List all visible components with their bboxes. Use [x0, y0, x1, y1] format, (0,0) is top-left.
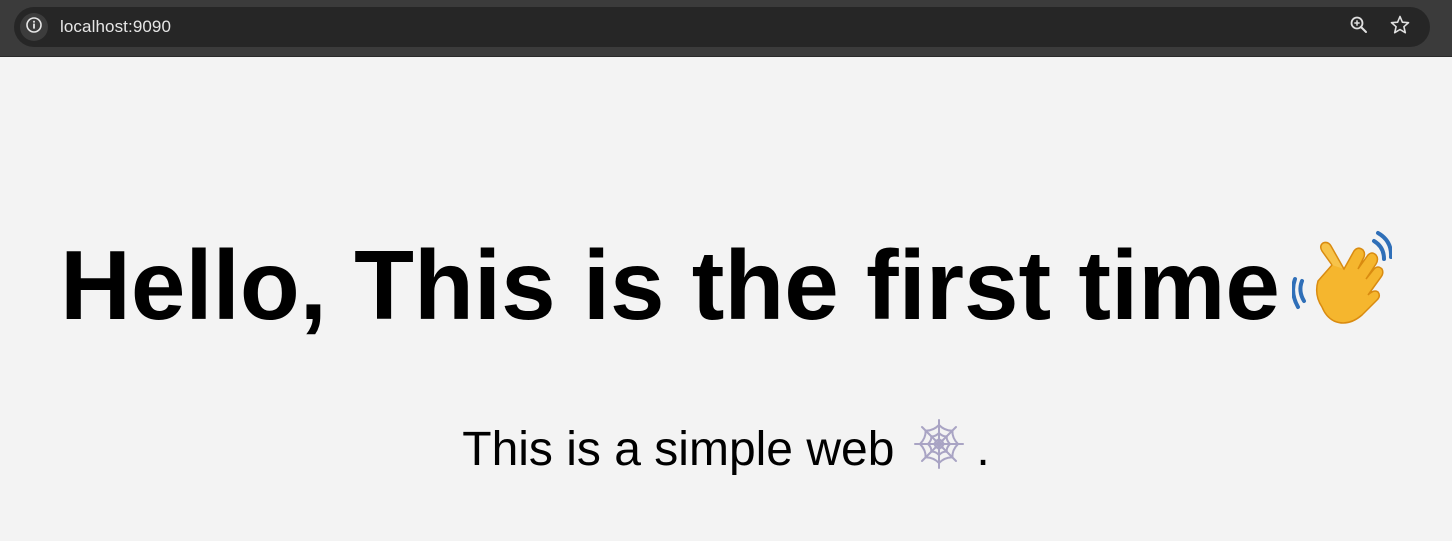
subtitle-text: This is a simple web: [462, 423, 895, 476]
page-content: Hello, This is the first time This is a …: [0, 57, 1452, 541]
zoom-button[interactable]: [1347, 15, 1371, 39]
spider-web-icon: [912, 417, 966, 491]
url-text[interactable]: localhost:9090: [60, 17, 171, 37]
heading-text: Hello, This is the first time: [60, 230, 1280, 340]
waving-hand-icon: [1290, 229, 1393, 355]
subtitle-period: .: [976, 423, 990, 476]
zoom-in-icon: [1349, 15, 1369, 40]
bookmark-button[interactable]: [1388, 15, 1412, 39]
browser-toolbar: localhost:9090: [0, 0, 1452, 57]
page-subtitle: This is a simple web .: [0, 415, 1452, 491]
star-icon: [1389, 14, 1411, 41]
page-heading: Hello, This is the first time: [0, 225, 1452, 355]
site-info-button[interactable]: [20, 13, 48, 41]
address-bar[interactable]: localhost:9090: [14, 7, 1430, 47]
info-icon: [25, 16, 43, 39]
